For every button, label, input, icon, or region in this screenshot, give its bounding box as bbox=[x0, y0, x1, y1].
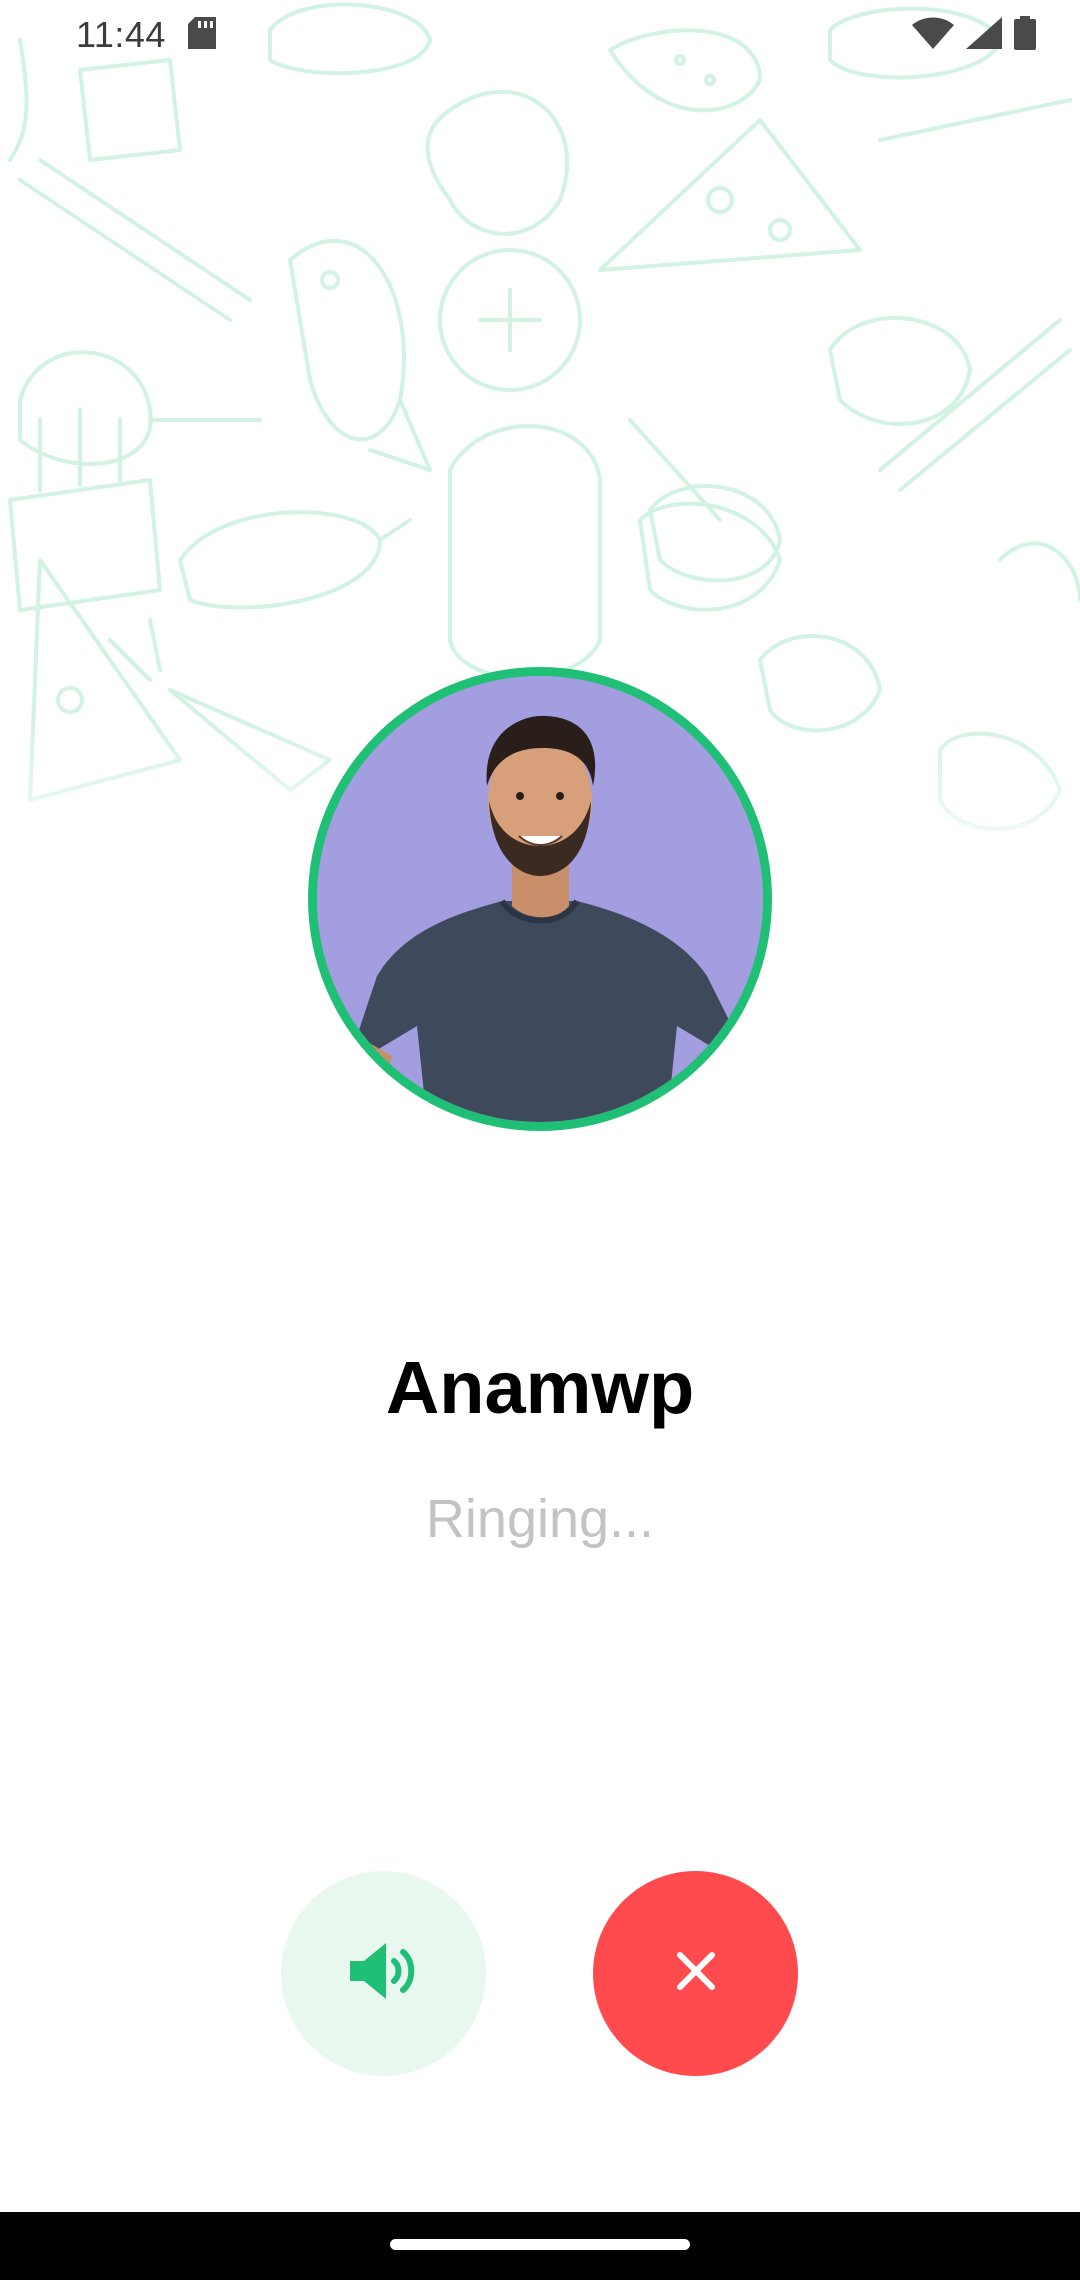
wifi-icon bbox=[912, 17, 954, 54]
home-gesture-handle[interactable] bbox=[390, 2239, 690, 2250]
cellular-signal-icon bbox=[966, 16, 1002, 54]
battery-icon bbox=[1014, 15, 1036, 55]
end-call-button[interactable] bbox=[593, 1871, 798, 2076]
speaker-volume-icon bbox=[348, 1941, 420, 2006]
status-time: 11:44 bbox=[76, 14, 166, 55]
close-icon bbox=[676, 1951, 716, 1996]
call-status: Ringing... bbox=[425, 1489, 655, 1549]
navigation-bar bbox=[0, 2212, 1080, 2280]
avatar-photo bbox=[317, 676, 763, 1122]
caller-avatar bbox=[317, 676, 763, 1122]
sd-card-icon bbox=[187, 16, 216, 54]
caller-name: Anamwp bbox=[385, 1346, 695, 1429]
speaker-button[interactable] bbox=[281, 1871, 486, 2076]
status-bar: 11:44 bbox=[0, 0, 1080, 70]
caller-avatar-ring bbox=[308, 667, 772, 1131]
